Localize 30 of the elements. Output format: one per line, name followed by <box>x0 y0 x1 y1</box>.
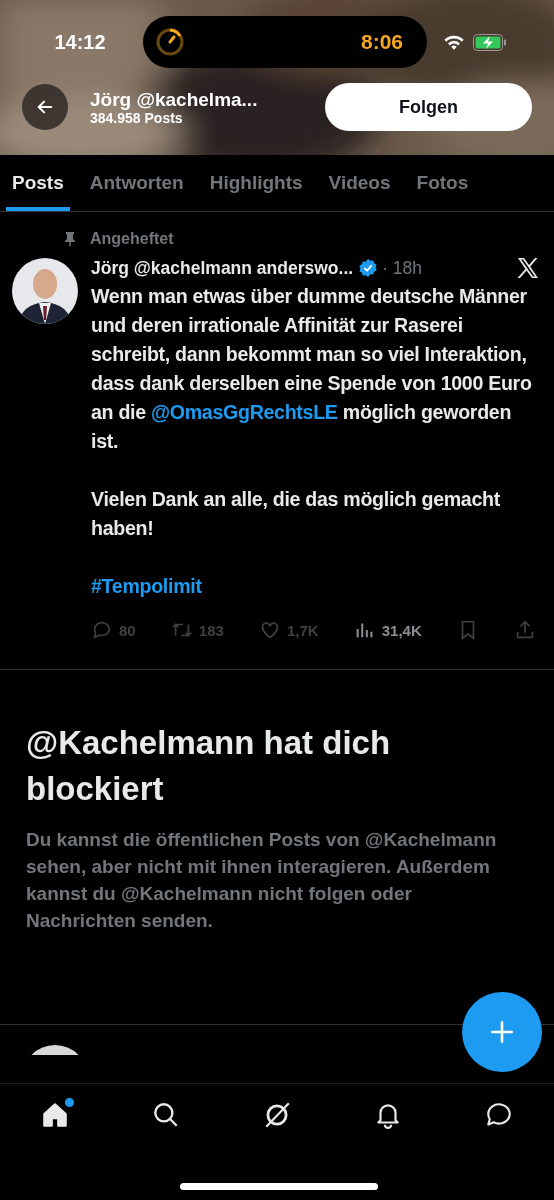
profile-tab[interactable]: Posts <box>6 155 70 211</box>
profile-tab[interactable]: Highlights <box>203 155 309 211</box>
timer-icon <box>155 27 185 57</box>
action-count: 1,7K <box>286 621 319 639</box>
mention-link[interactable]: @OmasGgRechtsLE <box>150 401 338 423</box>
x-logo-icon <box>516 256 540 280</box>
action-count: 80 <box>119 621 136 639</box>
back-arrow-icon <box>36 98 54 116</box>
profile-tab[interactable]: Videos <box>322 155 397 211</box>
post-time: · 18h <box>382 257 423 279</box>
post-text: Vielen Dank an alle, die das möglich gemacht haben! <box>91 487 501 541</box>
profile-tab[interactable]: Antworten <box>83 155 190 211</box>
follow-button[interactable]: Folgen <box>325 83 532 131</box>
blocked-title: @Kachelmann hat dich blockiert <box>26 723 392 809</box>
action-count: 31,4K <box>381 621 422 639</box>
blocked-message: Du kannst die öffentlichen Posts von @Kachelmann sehen, aber nicht mit ihnen interagieren. Außerdem kannst du @Kachelmann nicht folgen oder Nachrichten senden. <box>26 828 498 933</box>
battery-charging-icon <box>473 33 507 51</box>
profile-name: Jörg @kachelma... <box>90 88 259 110</box>
timer-text: 8:06 <box>360 30 403 54</box>
plus-icon <box>489 1019 515 1045</box>
status-time: 14:12 <box>53 30 107 54</box>
post-count: 384.958 Posts <box>90 109 184 126</box>
post-text: Wenn man etwas über dumme deutsche Männer und deren irrationale Affinität zur Raserei schreibt, dann bekommt man so viel Interaktion, dass dank derselben eine Spende von 1000 Euro an die @OmasGgRechtsLE möglich geworden ist. <box>91 284 533 454</box>
author-name[interactable]: Jörg @kachelmann anderswo... <box>91 257 354 279</box>
hashtag-link[interactable]: #Tempolimit <box>91 572 540 601</box>
wifi-icon <box>443 33 465 51</box>
pinned-label: Angeheftet <box>90 230 174 248</box>
profile-tab[interactable]: Fotos <box>410 155 475 211</box>
action-count: 183 <box>198 621 224 639</box>
pin-icon <box>64 231 76 247</box>
